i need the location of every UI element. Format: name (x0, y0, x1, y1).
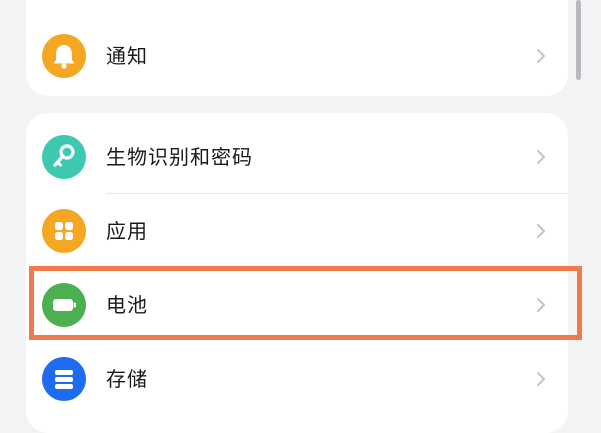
settings-item-biometrics[interactable]: 生物识别和密码 (26, 119, 568, 195)
settings-group-top: 通知 (26, 0, 568, 96)
chevron-right-icon (537, 224, 545, 238)
settings-item-label: 生物识别和密码 (106, 145, 253, 169)
settings-item-storage[interactable]: 存储 (26, 341, 568, 417)
chevron-right-icon (537, 49, 545, 63)
chevron-right-icon (537, 150, 545, 164)
settings-item-label: 存储 (106, 367, 148, 391)
bell-icon (42, 34, 86, 78)
settings-item-label: 应用 (106, 219, 148, 243)
scrollbar[interactable] (576, 0, 581, 80)
chevron-right-icon (537, 372, 545, 386)
key-icon (42, 135, 86, 179)
storage-icon (42, 357, 86, 401)
settings-item-label: 通知 (106, 44, 148, 68)
settings-item-apps[interactable]: 应用 (26, 193, 568, 269)
settings-item-notifications[interactable]: 通知 (26, 18, 568, 94)
highlight-box (29, 266, 582, 340)
apps-grid-icon (42, 209, 86, 253)
